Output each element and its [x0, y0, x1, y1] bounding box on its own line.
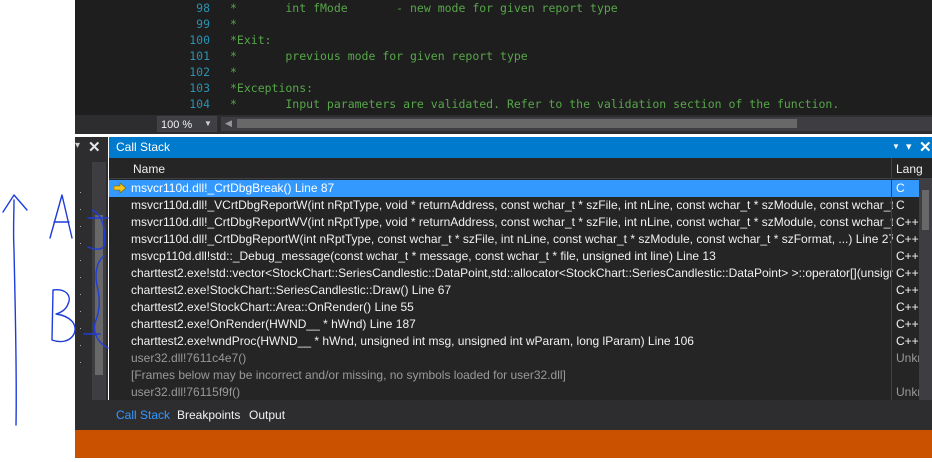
bullet-icon: ·	[79, 187, 82, 197]
annotation-letter-b	[51, 289, 76, 343]
line-number: 100	[189, 33, 210, 47]
call-stack-row[interactable]: user32.dll!7611c4e7() Unkn	[109, 350, 919, 367]
frame-name: user32.dll!76115f9f()	[131, 385, 241, 399]
bullet-icon: ·	[79, 357, 82, 367]
call-stack-title: Call Stack	[116, 140, 171, 154]
tab-output[interactable]: Output	[249, 408, 285, 422]
frame-name: msvcr110d.dll!_VCrtDbgReportW(int nRptTy…	[131, 198, 893, 212]
bullet-icon: ·	[79, 238, 82, 248]
call-stack-row[interactable]: msvcp110d.dll!std::_Debug_message(const …	[109, 248, 919, 265]
frame-name: msvcr110d.dll!_CrtDbgBreak() Line 87	[131, 181, 335, 195]
annotation-letter-a	[49, 194, 73, 239]
code-editor[interactable]: 98 * int fMode - new mode for given repo…	[75, 0, 932, 116]
frame-name: charttest2.exe!StockChart::SeriesCandles…	[131, 283, 452, 297]
tab-call-stack[interactable]: Call Stack	[116, 408, 170, 422]
annotation-arrow-head	[2, 194, 28, 213]
bottom-edge	[75, 458, 932, 462]
scrollbar-thumb[interactable]	[237, 119, 797, 128]
column-divider[interactable]	[891, 158, 892, 179]
code-line[interactable]: * int fMode - new mode for given report …	[230, 1, 618, 15]
code-line[interactable]: *Exit:	[230, 33, 272, 47]
zoom-value: 100 %	[161, 119, 193, 131]
bullet-icon: ·	[79, 255, 82, 265]
call-stack-row[interactable]: charttest2.exe!StockChart::Area::OnRende…	[109, 299, 919, 316]
chevron-down-icon[interactable]: ▼	[202, 117, 214, 131]
editor-bottom-bar: 100 % ▼ ◀	[75, 115, 932, 134]
line-number: 102	[189, 65, 210, 79]
bullet-icon: ·	[79, 204, 82, 214]
call-stack-row[interactable]: user32.dll!76115f9f() Unkn	[109, 384, 919, 401]
bullet-icon: ·	[79, 323, 82, 333]
call-stack-row[interactable]: msvcr110d.dll!_CrtDbgReportWV(int nRptTy…	[109, 214, 919, 231]
frame-name: charttest2.exe!std::vector<StockChart::S…	[131, 266, 893, 280]
dropdown-arrow-icon[interactable]: ▼	[892, 142, 900, 151]
pin-icon[interactable]: ▾	[906, 140, 912, 153]
call-stack-row[interactable]: [Frames below may be incorrect and/or mi…	[109, 367, 919, 384]
close-icon[interactable]: ✕	[919, 138, 932, 156]
call-stack-row[interactable]: msvcr110d.dll!_VCrtDbgReportW(int nRptTy…	[109, 197, 919, 214]
code-line[interactable]: *	[230, 65, 237, 79]
frame-name: user32.dll!7611c4e7()	[131, 351, 247, 365]
frame-name: msvcr110d.dll!_CrtDbgReportWV(int nRptTy…	[131, 215, 893, 229]
scroll-left-icon[interactable]: ◀	[225, 118, 232, 129]
tab-bar-fill	[75, 400, 109, 430]
column-header-row	[109, 158, 932, 179]
call-stack-row[interactable]: charttest2.exe!OnRender(HWND__ * hWnd) L…	[109, 316, 919, 333]
line-number: 99	[196, 17, 210, 31]
code-line[interactable]: * previous mode for given report type	[230, 49, 528, 63]
status-bar	[75, 430, 932, 458]
frame-lang: C++	[896, 317, 919, 331]
call-stack-titlebar[interactable]	[109, 137, 932, 158]
frame-lang: Unkn	[896, 351, 919, 365]
bullet-icon: ·	[79, 289, 82, 299]
frame-lang: C++	[896, 266, 919, 280]
frame-name: charttest2.exe!wndProc(HWND__ * hWnd, un…	[131, 334, 694, 348]
yellow-arrow-icon	[114, 183, 126, 193]
column-header-lang[interactable]: Lang	[896, 162, 923, 176]
code-line[interactable]: * Input parameters are validated. Refer …	[230, 97, 839, 111]
frame-name: msvcr110d.dll!_CrtDbgReportW(int nRptTyp…	[131, 232, 893, 246]
frame-lang: C++	[896, 334, 919, 348]
scrollbar-thumb[interactable]	[922, 190, 929, 230]
call-stack-row[interactable]: charttest2.exe!wndProc(HWND__ * hWnd, un…	[109, 333, 919, 350]
bullet-icon: ·	[79, 340, 82, 350]
code-line[interactable]: *	[230, 17, 237, 31]
line-number: 98	[196, 1, 210, 15]
frame-name: msvcp110d.dll!std::_Debug_message(const …	[131, 249, 716, 263]
frame-lang: C++	[896, 232, 919, 246]
call-stack-row[interactable]: msvcr110d.dll!_CrtDbgReportW(int nRptTyp…	[109, 231, 919, 248]
line-number: 103	[189, 81, 210, 95]
frame-lang: C++	[896, 249, 919, 263]
frame-name: charttest2.exe!StockChart::Area::OnRende…	[131, 300, 414, 314]
frame-lang: C	[896, 198, 905, 212]
frame-lang: Unkn	[896, 385, 919, 399]
close-icon[interactable]: ✕	[88, 138, 101, 156]
frame-lang: C	[896, 181, 905, 195]
line-number: 101	[189, 49, 210, 63]
bullet-icon: ·	[79, 306, 82, 316]
annotation-arrow-shaft	[12, 199, 17, 426]
call-stack-row[interactable]: charttest2.exe!std::vector<StockChart::S…	[109, 265, 919, 282]
bullet-icon: ·	[79, 272, 82, 282]
column-header-name[interactable]: Name	[133, 162, 165, 176]
scrollbar-thumb[interactable]	[95, 215, 103, 375]
frame-name: charttest2.exe!OnRender(HWND__ * hWnd) L…	[131, 317, 416, 331]
frame-lang: C++	[896, 300, 919, 314]
frame-name: [Frames below may be incorrect and/or mi…	[131, 368, 566, 382]
code-line[interactable]: *Exceptions:	[230, 81, 313, 95]
line-number: 104	[189, 97, 210, 111]
bullet-icon: ·	[79, 221, 82, 231]
tab-breakpoints[interactable]: Breakpoints	[177, 408, 240, 422]
frame-lang: C++	[896, 215, 919, 229]
frame-lang: C++	[896, 283, 919, 297]
pin-icon[interactable]: ▾	[75, 140, 80, 151]
call-stack-row[interactable]: charttest2.exe!StockChart::SeriesCandles…	[109, 282, 919, 299]
call-stack-row[interactable]: msvcr110d.dll!_CrtDbgBreak() Line 87 C	[109, 180, 919, 197]
